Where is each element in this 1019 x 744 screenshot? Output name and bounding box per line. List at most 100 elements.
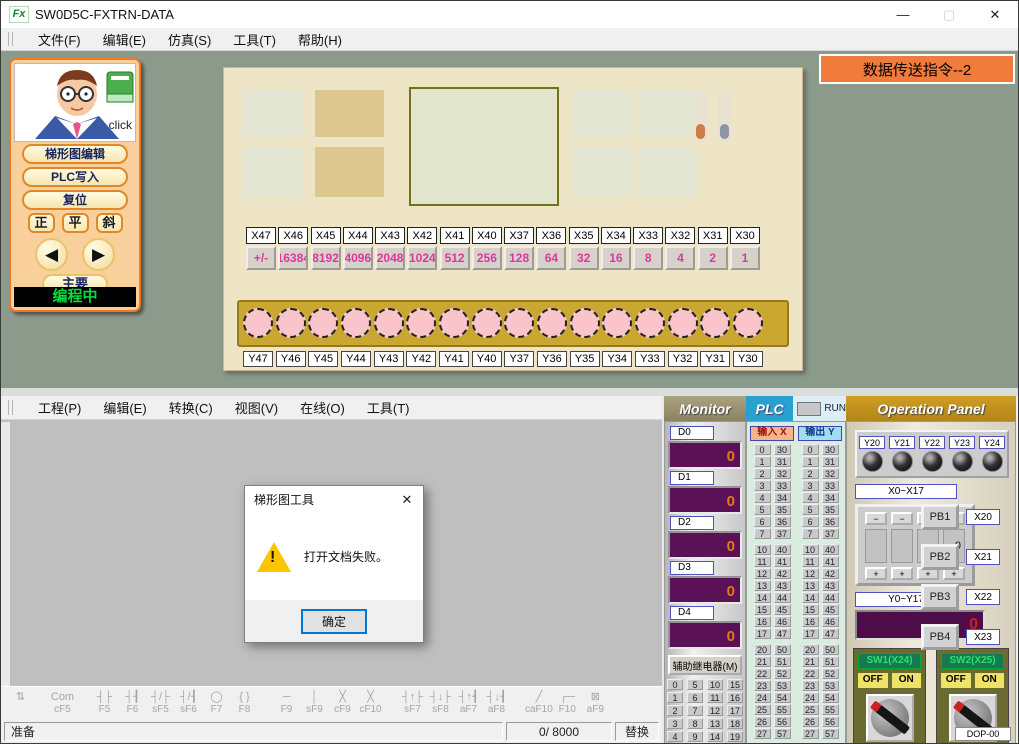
aux-relay-button[interactable]: 辅助继电器(M) (668, 655, 742, 675)
pushbutton-pb3[interactable]: PB3 (921, 584, 959, 610)
x-input-value-button[interactable]: 64 (536, 246, 566, 270)
m-relay-cell[interactable]: 19 (727, 731, 743, 742)
m-relay-cell[interactable]: 0 (667, 679, 683, 690)
x-input-value-button[interactable]: 16384 (278, 246, 308, 270)
tool-sF7-icon[interactable]: ┤↑├sF7 (399, 691, 426, 715)
plc-output-cell[interactable]: 31 (822, 456, 839, 467)
plc-output-cell[interactable]: 4 (802, 492, 819, 503)
tool-F6-icon[interactable]: ┤┨F6 (119, 691, 146, 715)
m-relay-cell[interactable]: 16 (727, 692, 743, 703)
x-input-value-button[interactable]: 2048 (375, 246, 405, 270)
plc-output-cell[interactable]: 36 (822, 516, 839, 527)
x-input-value-button[interactable]: 4096 (343, 246, 373, 270)
plc-input-cell[interactable]: 26 (754, 716, 771, 727)
plc-output-cell[interactable]: 33 (822, 480, 839, 491)
x-input-value-button[interactable]: 8192 (311, 246, 341, 270)
plc-input-cell[interactable]: 24 (754, 692, 771, 703)
plc-output-cell[interactable]: 34 (822, 492, 839, 503)
plc-output-cell[interactable]: 7 (802, 528, 819, 539)
plc-input-cell[interactable]: 6 (754, 516, 771, 527)
menu-item[interactable]: 在线(O) (289, 398, 356, 417)
plc-input-cell[interactable]: 16 (754, 616, 771, 627)
plc-output-cell[interactable]: 24 (802, 692, 819, 703)
plc-output-cell[interactable]: 52 (822, 668, 839, 679)
m-relay-cell[interactable]: 17 (727, 705, 743, 716)
x-input-value-button[interactable]: 32 (569, 246, 599, 270)
plc-output-cell[interactable]: 17 (802, 628, 819, 639)
m-relay-cell[interactable]: 8 (687, 718, 703, 729)
m-relay-cell[interactable]: 7 (687, 705, 703, 716)
plc-input-cell[interactable]: 32 (774, 468, 791, 479)
thumbwheel-plus-button[interactable]: + (865, 567, 887, 580)
plc-input-cell[interactable]: 56 (774, 716, 791, 727)
board-toggle-pill[interactable] (718, 90, 731, 142)
plc-input-cell[interactable]: 14 (754, 592, 771, 603)
plc-input-cell[interactable]: 40 (774, 544, 791, 555)
plc-output-cell[interactable]: 53 (822, 680, 839, 691)
tool-sF9-icon[interactable]: │sF9 (301, 691, 328, 715)
pushbutton-pb2[interactable]: PB2 (921, 544, 959, 570)
tool-cF9-icon[interactable]: ╳cF9 (329, 691, 356, 715)
plc-input-cell[interactable]: 4 (754, 492, 771, 503)
pushbutton-pb1[interactable]: PB1 (921, 504, 959, 530)
thumbwheel-minus-button[interactable]: − (891, 512, 913, 525)
menu-item[interactable]: 视图(V) (224, 398, 289, 417)
plc-input-cell[interactable]: 5 (754, 504, 771, 515)
x-input-value-button[interactable]: 4 (665, 246, 695, 270)
tutor-button[interactable]: 复位 (22, 190, 128, 210)
plc-input-cell[interactable]: 13 (754, 580, 771, 591)
plc-output-cell[interactable]: 0 (802, 444, 819, 455)
plc-output-cell[interactable]: 56 (822, 716, 839, 727)
plc-output-cell[interactable]: 50 (822, 644, 839, 655)
plc-input-cell[interactable]: 10 (754, 544, 771, 555)
x-input-value-button[interactable]: +/- (246, 246, 276, 270)
plc-output-cell[interactable]: 32 (822, 468, 839, 479)
plc-input-cell[interactable]: 17 (754, 628, 771, 639)
plc-output-cell[interactable]: 15 (802, 604, 819, 615)
plc-output-cell[interactable]: 1 (802, 456, 819, 467)
menu-item[interactable]: 转换(C) (158, 398, 224, 417)
plc-input-cell[interactable]: 46 (774, 616, 791, 627)
plc-input-cell[interactable]: 3 (754, 480, 771, 491)
plc-input-cell[interactable]: 11 (754, 556, 771, 567)
x-input-value-button[interactable]: 256 (472, 246, 502, 270)
board-toggle-pill[interactable] (694, 90, 707, 142)
plc-input-cell[interactable]: 50 (774, 644, 791, 655)
plc-input-cell[interactable]: 2 (754, 468, 771, 479)
menu-item[interactable]: 帮助(H) (287, 30, 353, 49)
tutor-small-button[interactable]: 平 (62, 213, 89, 233)
close-button[interactable]: ✕ (972, 1, 1018, 28)
tutor-small-button[interactable]: 正 (28, 213, 55, 233)
tool-F10-icon[interactable]: ┌─F10 (554, 691, 581, 715)
tool-split-icon[interactable]: ⇅ (7, 691, 34, 715)
tool-F7-icon[interactable]: ◯F7 (203, 691, 230, 715)
tool-aF8-icon[interactable]: ┤↓┨aF8 (483, 691, 510, 715)
plc-output-cell[interactable]: 46 (822, 616, 839, 627)
plc-output-cell[interactable]: 27 (802, 728, 819, 739)
m-relay-cell[interactable]: 4 (667, 731, 683, 742)
plc-output-cell[interactable]: 21 (802, 656, 819, 667)
plc-input-cell[interactable]: 0 (754, 444, 771, 455)
plc-input-cell[interactable]: 21 (754, 656, 771, 667)
x-input-value-button[interactable]: 1024 (407, 246, 437, 270)
tool-aF9-icon[interactable]: ⊠aF9 (582, 691, 609, 715)
plc-output-cell[interactable]: 12 (802, 568, 819, 579)
plc-output-cell[interactable]: 30 (822, 444, 839, 455)
x-input-value-button[interactable]: 1 (730, 246, 760, 270)
plc-output-cell[interactable]: 23 (802, 680, 819, 691)
next-arrow-button[interactable]: ▶ (82, 238, 115, 271)
tool-F9-icon[interactable]: ─F9 (273, 691, 300, 715)
menu-item[interactable]: 工具(T) (222, 30, 287, 49)
plc-input-cell[interactable]: 41 (774, 556, 791, 567)
plc-input-cell[interactable]: 35 (774, 504, 791, 515)
plc-output-cell[interactable]: 13 (802, 580, 819, 591)
plc-input-cell[interactable]: 33 (774, 480, 791, 491)
plc-input-cell[interactable]: 36 (774, 516, 791, 527)
plc-input-cell[interactable]: 22 (754, 668, 771, 679)
plc-output-cell[interactable]: 54 (822, 692, 839, 703)
thumbwheel-plus-button[interactable]: + (891, 567, 913, 580)
dialog-close-icon[interactable]: ✕ (391, 486, 423, 513)
menu-item[interactable]: 编辑(E) (92, 398, 157, 417)
plc-output-cell[interactable]: 35 (822, 504, 839, 515)
plc-output-cell[interactable]: 47 (822, 628, 839, 639)
